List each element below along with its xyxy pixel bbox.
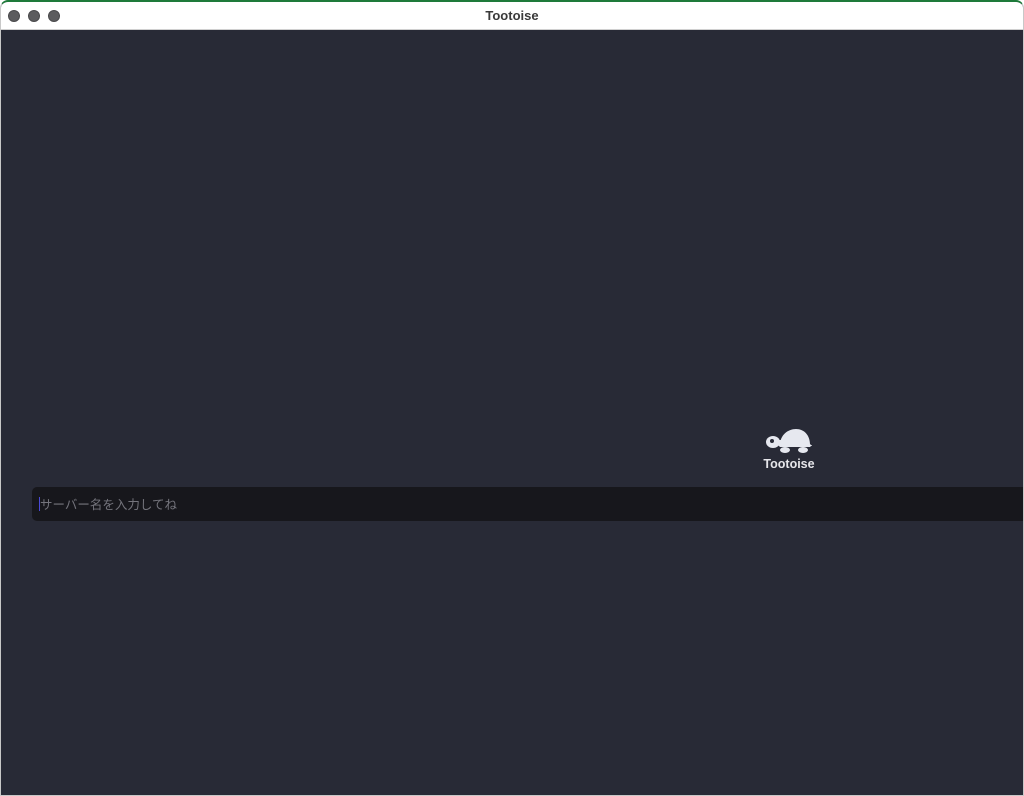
logo-label: Tootoise bbox=[763, 457, 815, 471]
server-input-container bbox=[32, 487, 1023, 521]
main-content: Tootoise bbox=[1, 30, 1023, 795]
turtle-icon bbox=[766, 429, 812, 453]
server-name-input[interactable] bbox=[38, 487, 1020, 521]
window-title: Tootoise bbox=[485, 8, 539, 23]
app-logo: Tootoise bbox=[761, 426, 817, 471]
title-bar: Tootoise bbox=[1, 2, 1023, 30]
app-window: Tootoise Tootoise bbox=[0, 0, 1024, 796]
